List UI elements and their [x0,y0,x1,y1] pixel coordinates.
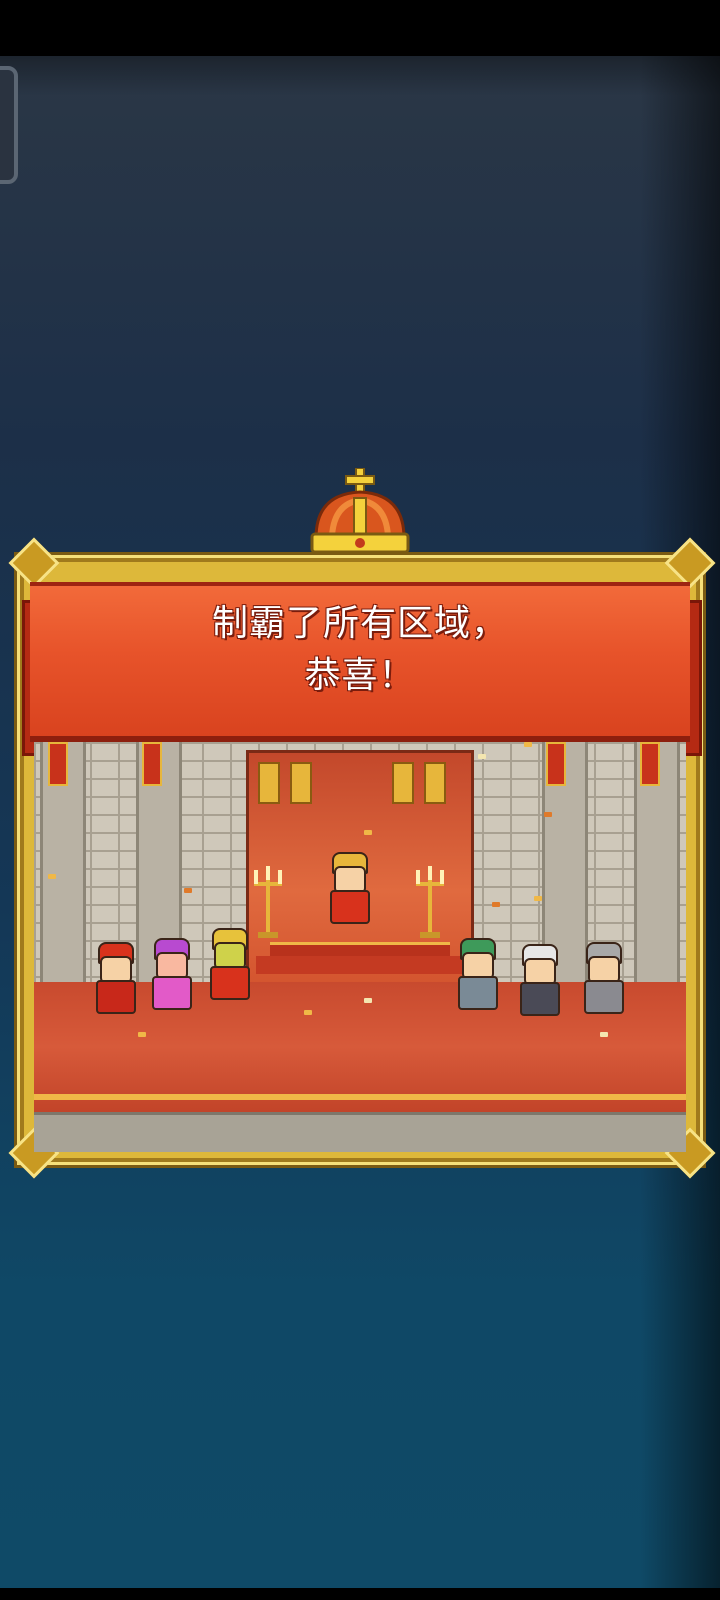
knight-character [578,942,626,1022]
candelabra-icon [416,866,444,938]
wall-banner [48,742,68,786]
stone-steps [34,1112,686,1152]
mask-hero-character [204,928,252,1018]
victory-message: 制霸了所有区域， 恭喜！ [30,598,690,702]
confetti [304,1010,312,1015]
confetti [478,754,486,759]
green-hat-character [452,938,500,1018]
victory-message-line1: 制霸了所有区域， [211,603,508,644]
confetti [544,812,552,817]
gold-banner [290,762,312,804]
candelabra-icon [254,866,282,938]
princess-character [146,938,194,1018]
throne-steps [256,956,464,974]
confetti [364,830,372,835]
crown-icon [310,468,410,554]
confetti [48,874,56,879]
confetti [184,888,192,893]
side-tab-button[interactable] [0,66,18,184]
navigation-bar [0,1588,720,1600]
status-bar [0,0,720,56]
victory-message-line2: 恭喜！ [304,655,416,696]
confetti [600,1032,608,1037]
confetti [492,902,500,907]
gold-banner [424,762,446,804]
carpet-gold-trim [34,1094,686,1100]
confetti [524,742,532,747]
throne-room-scene [34,742,686,1152]
confetti [534,896,542,901]
confetti [364,998,372,1003]
king-character [324,852,372,942]
gold-banner [258,762,280,804]
minister-character [90,942,138,1022]
confetti [138,1032,146,1037]
top-shade [0,56,720,96]
gold-banner [392,762,414,804]
wall-banner [142,742,162,786]
elder-character [514,944,562,1024]
wall-banner [546,742,566,786]
wall-banner [640,742,660,786]
